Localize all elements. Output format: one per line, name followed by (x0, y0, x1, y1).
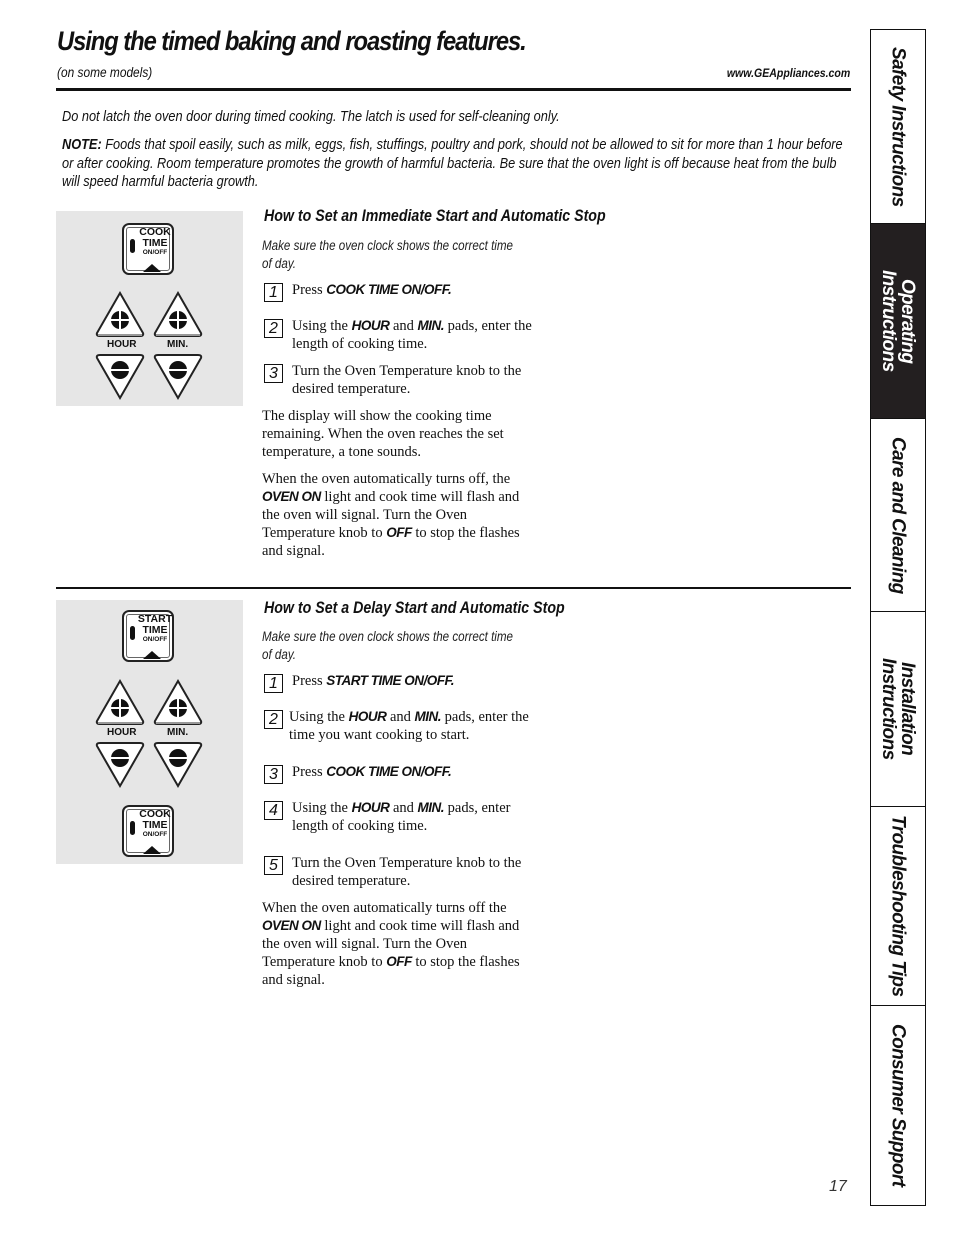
step-number: 4 (264, 801, 283, 820)
step-text: Press COOK TIME ON/OFF. (292, 282, 452, 298)
start-time-pad: START TIME ON/OFF (122, 610, 174, 662)
tab-installation-instructions[interactable]: Installation Instructions (871, 612, 925, 807)
indicator-light-icon (130, 626, 135, 640)
tab-label: Consumer Support (887, 1023, 909, 1187)
section-heading-delay: How to Set a Delay Start and Automatic S… (264, 599, 565, 617)
tab-label: Safety Instructions (887, 46, 909, 207)
hour-down-pad (95, 742, 145, 789)
up-arrow-icon (143, 846, 161, 854)
tab-label: Operating Instructions (878, 270, 918, 372)
hour-up-pad (95, 678, 145, 725)
step-text: Turn the Oven Temperature knob to the de… (292, 855, 522, 889)
section-divider (56, 587, 851, 589)
step-text: Using the HOUR and MIN. pads, enter the … (289, 709, 529, 743)
control-pad-illustration-immediate: COOK TIME ON/OFF HOUR MIN. (56, 211, 243, 406)
display-description: The display will show the cooking time r… (262, 408, 504, 460)
pad-text-line3: ON/OFF (142, 831, 168, 838)
header-divider (56, 88, 851, 91)
step-text: Using the HOUR and MIN. pads, enter the … (292, 318, 532, 352)
step-number: 3 (264, 765, 283, 784)
pad-text-line3: ON/OFF (142, 249, 168, 256)
tab-label: Troubleshooting Tips (887, 815, 909, 997)
tab-safety-instructions[interactable]: Safety Instructions (871, 30, 925, 224)
auto-off-description: When the oven automatically turns off, t… (262, 471, 520, 559)
clock-hint: Make sure the oven clock shows the corre… (262, 629, 514, 662)
step-number: 5 (264, 856, 283, 875)
up-arrow-icon (143, 651, 161, 659)
min-down-pad (153, 354, 203, 401)
food-safety-note: NOTE: Foods that spoil easily, such as m… (62, 136, 845, 192)
section-heading-immediate: How to Set an Immediate Start and Automa… (264, 207, 606, 225)
pad-text-line2: TIME (142, 819, 168, 831)
step-number: 2 (264, 319, 283, 338)
hour-up-pad (95, 290, 145, 337)
step-text: Turn the Oven Temperature knob to the de… (292, 363, 522, 397)
section-tab-bar: Safety Instructions Operating Instructio… (870, 29, 926, 1206)
auto-off-description: When the oven automatically turns off th… (262, 900, 520, 988)
pad-text-line2: TIME (142, 237, 168, 249)
clock-hint: Make sure the oven clock shows the corre… (262, 238, 514, 271)
tab-operating-instructions[interactable]: Operating Instructions (871, 224, 925, 419)
tab-label: Installation Instructions (878, 658, 918, 760)
up-arrow-icon (143, 264, 161, 272)
control-pad-illustration-delay: START TIME ON/OFF HOUR MIN. COOK TIME ON/O… (56, 600, 243, 864)
min-up-pad (153, 290, 203, 337)
indicator-light-icon (130, 239, 135, 253)
latch-warning: Do not latch the oven door during timed … (62, 109, 560, 125)
note-text: Foods that spoil easily, such as milk, e… (62, 137, 843, 190)
step-number: 2 (264, 710, 283, 729)
page-number: 17 (829, 1178, 847, 1195)
page-subtitle: (on some models) (57, 64, 153, 80)
pad-text-line2: TIME (142, 624, 168, 636)
indicator-light-icon (130, 821, 135, 835)
min-label: MIN. (167, 339, 189, 350)
pad-text-line3: ON/OFF (142, 636, 168, 643)
tab-label: Care and Cleaning (887, 436, 909, 594)
page-title: Using the timed baking and roasting feat… (57, 26, 527, 56)
cook-time-pad: COOK TIME ON/OFF (122, 805, 174, 857)
step-text: Press COOK TIME ON/OFF. (292, 764, 452, 780)
step-number: 1 (264, 674, 283, 693)
step-text: Using the HOUR and MIN. pads, enter leng… (292, 800, 511, 834)
hour-label: HOUR (107, 727, 137, 738)
note-label: NOTE: (62, 137, 102, 153)
tab-troubleshooting-tips[interactable]: Troubleshooting Tips (871, 807, 925, 1006)
step-number: 3 (264, 364, 283, 383)
tab-consumer-support[interactable]: Consumer Support (871, 1006, 925, 1204)
cook-time-pad: COOK TIME ON/OFF (122, 223, 174, 275)
min-label: MIN. (167, 727, 189, 738)
step-number: 1 (264, 283, 283, 302)
website-link[interactable]: www.GEAppliances.com (727, 66, 850, 80)
min-up-pad (153, 678, 203, 725)
min-down-pad (153, 742, 203, 789)
step-text: Press START TIME ON/OFF. (292, 673, 454, 689)
tab-care-and-cleaning[interactable]: Care and Cleaning (871, 419, 925, 612)
hour-down-pad (95, 354, 145, 401)
hour-label: HOUR (107, 339, 137, 350)
